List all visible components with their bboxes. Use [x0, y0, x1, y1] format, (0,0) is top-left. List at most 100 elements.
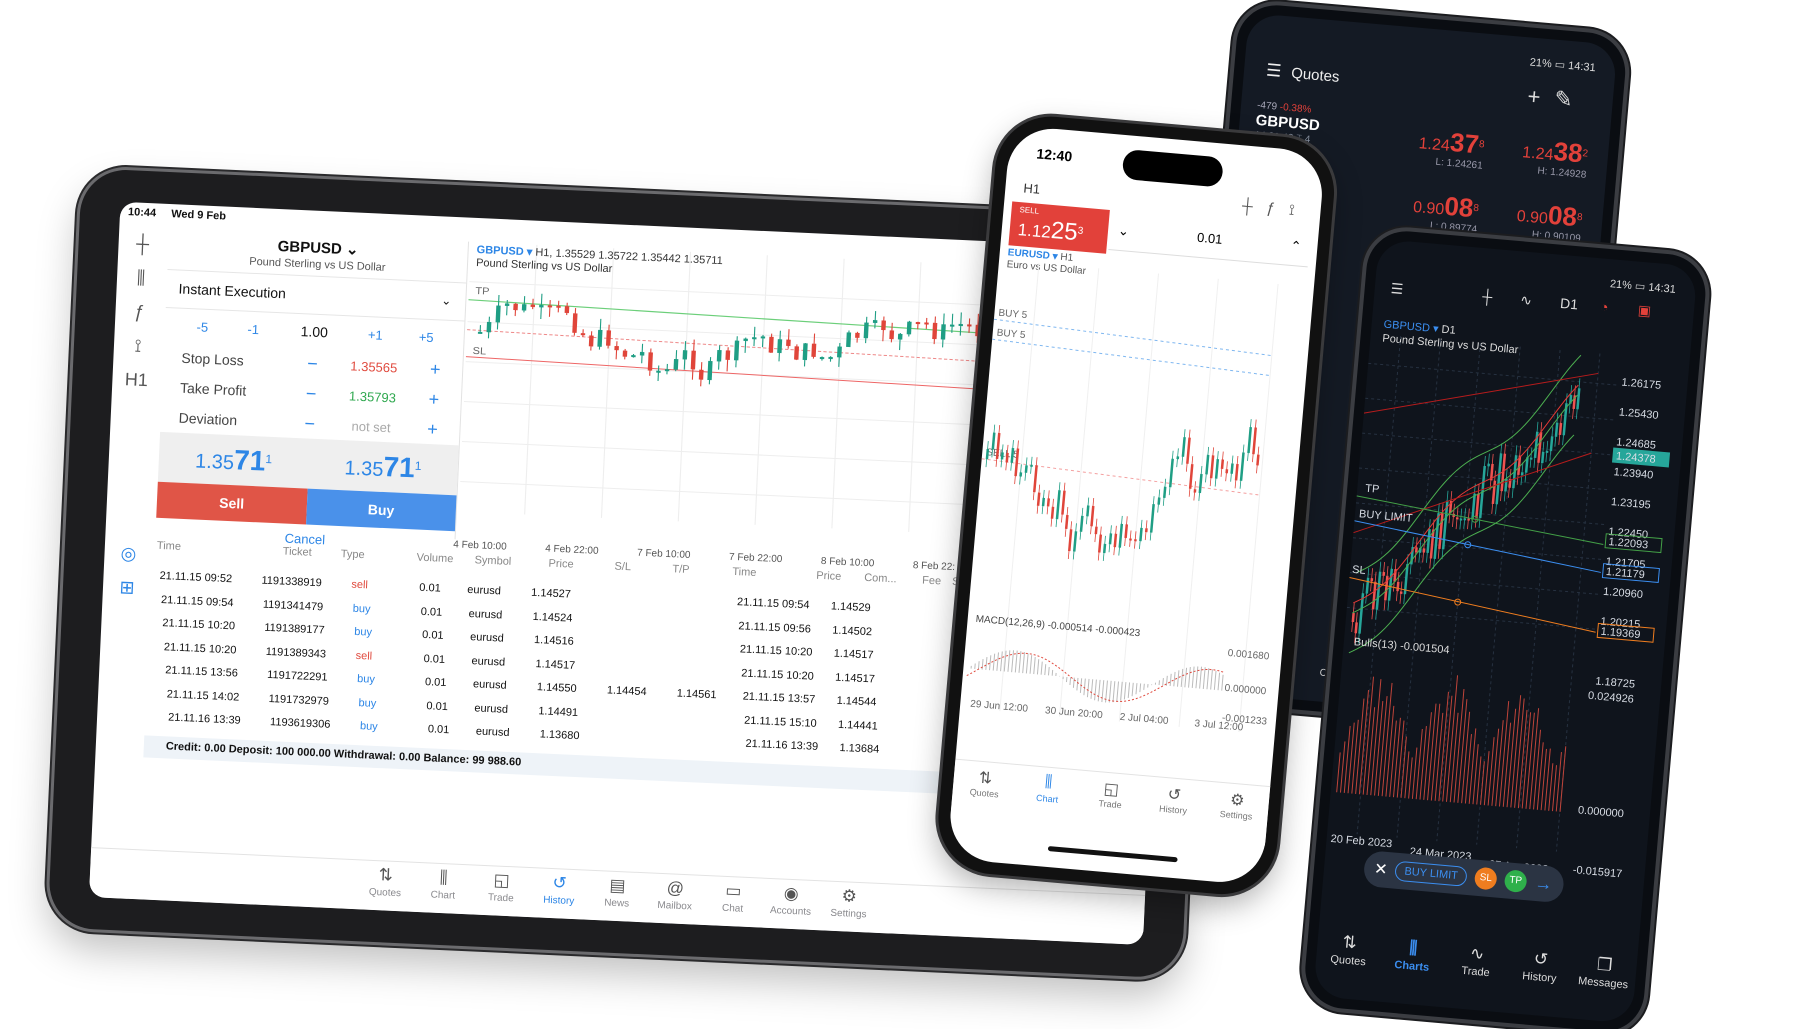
cell-type: sell — [355, 649, 373, 663]
lot-input[interactable]: 0.01 — [1197, 230, 1224, 247]
one-click-trading-icon[interactable]: ◔ — [1599, 298, 1609, 315]
increase-button[interactable]: + — [420, 358, 451, 380]
nav-trade[interactable]: ◱ Trade — [471, 865, 531, 917]
nav-trade[interactable]: ◱ Trade — [1076, 771, 1144, 835]
nav-charts[interactable]: ⫼Charts — [1377, 928, 1446, 997]
nav-history[interactable]: ↺ History — [1139, 776, 1207, 840]
nav-chart[interactable]: ⫼ Chart — [413, 863, 473, 915]
nav-trade[interactable]: ∿ Trade — [1441, 933, 1510, 1002]
objects-icon[interactable]: ⟟ — [113, 328, 162, 364]
column-header[interactable]: Time — [157, 540, 182, 553]
nav-settings[interactable]: ⚙ Settings — [819, 881, 879, 933]
cell-volume: 0.01 — [427, 723, 450, 737]
nav-news[interactable]: ▤ News — [587, 871, 647, 923]
decrease-button[interactable]: − — [294, 412, 325, 434]
nav-history[interactable]: ↺ History — [1505, 939, 1574, 1008]
field-value[interactable]: not set — [324, 417, 417, 436]
buy-limit-button[interactable]: BUY LIMIT — [1394, 860, 1468, 887]
increase-button[interactable]: + — [418, 388, 449, 410]
chart-symbol[interactable]: GBPUSD — [476, 244, 524, 258]
candle — [915, 321, 921, 325]
buy-button[interactable]: Buy — [305, 488, 457, 532]
decrease-button[interactable]: − — [297, 352, 328, 374]
bid-price[interactable]: 1.24378 L: 1.24261 — [1385, 122, 1486, 194]
trend-line — [1363, 372, 1599, 414]
field-value[interactable]: 1.35793 — [326, 387, 419, 406]
candle — [1113, 533, 1118, 548]
nav-mailbox[interactable]: @ Mailbox — [645, 873, 705, 925]
price-axis-label: 1.23195 — [1611, 496, 1652, 511]
nav-messages[interactable]: ❐ Messages — [1569, 945, 1638, 1014]
column-header[interactable]: Type — [340, 548, 364, 561]
candle — [614, 345, 619, 351]
timeframe-label[interactable]: H1 — [112, 362, 161, 398]
new-order-icon[interactable]: ⊞ — [102, 569, 151, 605]
column-header[interactable]: Time — [732, 566, 757, 579]
add-symbol-icon[interactable]: + — [1527, 83, 1556, 110]
column-header[interactable]: Ticket — [283, 546, 312, 559]
ask-price[interactable]: 1.24382 H: 1.24928 — [1488, 131, 1589, 203]
candle — [1422, 548, 1426, 553]
increase-button[interactable]: + — [417, 418, 448, 440]
nav-quotes[interactable]: ⇅Quotes — [950, 760, 1018, 824]
nav-quotes[interactable]: ⇅Quotes — [1314, 922, 1383, 991]
cell-price: 1.14491 — [538, 704, 579, 719]
candle — [733, 340, 740, 361]
objects-icon[interactable]: ⟟ — [1288, 202, 1309, 221]
sell-button[interactable]: Sell — [156, 481, 308, 525]
indicators-icon[interactable]: ∿ — [1520, 291, 1533, 309]
column-header[interactable]: Symbol — [474, 554, 511, 568]
cell-sl: 1.14454 — [606, 684, 647, 699]
nav-history[interactable]: ↺ History — [529, 868, 589, 920]
candle — [1209, 455, 1215, 479]
bulls-bar — [1521, 712, 1532, 809]
crosshair-icon[interactable]: ┼ — [118, 226, 167, 262]
lot-decrease-button[interactable]: ⌄ — [1117, 222, 1130, 239]
menu-icon[interactable]: ☰ — [1390, 280, 1404, 298]
lot-increase-button[interactable]: ⌃ — [1290, 237, 1302, 254]
timeframe-button[interactable]: H1 — [1023, 180, 1041, 196]
field-value[interactable]: 1.35565 — [327, 357, 420, 376]
menu-icon[interactable]: ☰ — [1265, 61, 1282, 81]
timeframe-button[interactable]: D1 — [1560, 295, 1579, 312]
macd-bar — [1025, 653, 1029, 674]
decrease-button[interactable]: − — [296, 382, 327, 404]
edit-icon[interactable]: ✎ — [1553, 86, 1587, 114]
arrow-right-icon[interactable]: → — [1534, 872, 1554, 894]
nav-accounts[interactable]: ◉ Accounts — [761, 879, 821, 931]
column-header[interactable]: Fee — [922, 575, 941, 588]
crosshair-icon[interactable]: ┼ — [1241, 197, 1267, 216]
volume-minus-5-button[interactable]: -5 — [177, 318, 229, 335]
bulls-bar — [1483, 751, 1490, 806]
function-icon[interactable]: ƒ — [115, 294, 164, 330]
candle — [1399, 591, 1403, 594]
nav-chat[interactable]: ▭ Chat — [703, 876, 763, 928]
close-icon[interactable]: ✕ — [1373, 859, 1388, 880]
column-header[interactable]: T/P — [672, 563, 690, 576]
volume-plus-1-button[interactable]: +1 — [350, 326, 402, 343]
column-header[interactable]: Volume — [416, 552, 453, 566]
nav-chart[interactable]: ⫼ Chart — [1013, 765, 1081, 829]
volume-input[interactable]: 1.00 — [278, 322, 350, 341]
crosshair-icon[interactable]: ┼ — [1482, 288, 1493, 305]
nav-settings[interactable]: ⚙ Settings — [1202, 782, 1270, 846]
column-header[interactable]: Price — [816, 570, 842, 583]
column-header[interactable]: Com... — [864, 572, 897, 585]
tp-button[interactable]: TP — [1503, 869, 1528, 894]
volume-minus-1-button[interactable]: -1 — [227, 320, 279, 337]
cell-close-time: 21.11.15 10:20 — [739, 643, 813, 659]
candle — [1188, 464, 1194, 489]
function-icon[interactable]: ƒ — [1266, 200, 1290, 219]
sl-button[interactable]: SL — [1473, 866, 1498, 891]
indicator-search-icon[interactable]: ◎ — [104, 535, 153, 571]
volume-plus-5-button[interactable]: +5 — [400, 328, 452, 345]
trade-panel-icon[interactable]: ▣ — [1637, 302, 1652, 320]
nav-quotes[interactable]: ⇅Quotes — [355, 860, 415, 912]
candle — [1144, 528, 1148, 533]
sell-button[interactable]: SELL 1.12253 — [1008, 201, 1110, 254]
candlestick-icon[interactable]: ⫼ — [116, 260, 165, 296]
candle-wick — [548, 300, 551, 317]
price-axis-label: 1.18725 — [1595, 675, 1636, 690]
column-header[interactable]: S/L — [614, 561, 631, 574]
column-header[interactable]: Price — [548, 558, 574, 571]
